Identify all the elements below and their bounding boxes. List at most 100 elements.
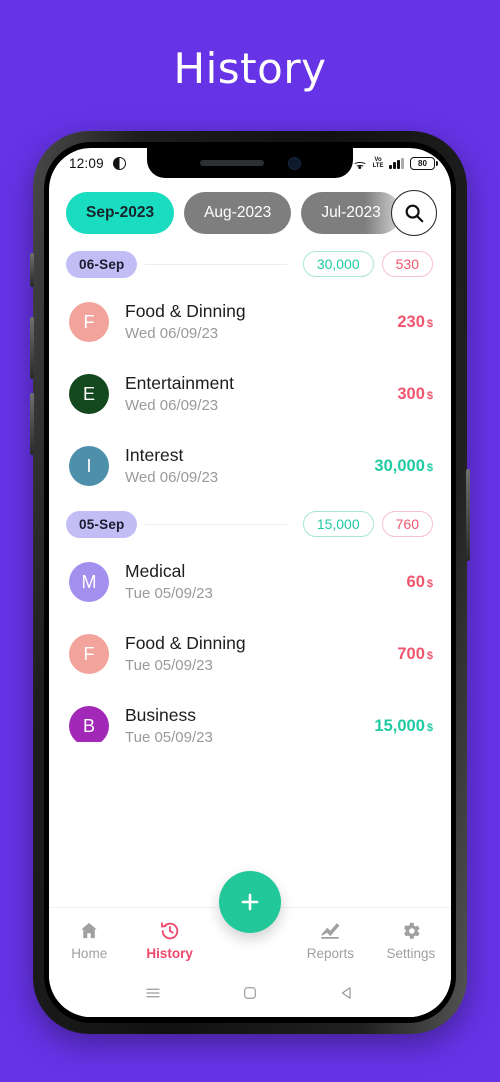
transaction-title: Medical [125, 561, 186, 581]
transaction-date: Wed 06/09/23 [125, 468, 219, 486]
bottom-navigation: Home History Reports Settings [49, 871, 451, 973]
transaction-date: Wed 06/09/23 [125, 324, 219, 342]
battery-level: 80 [418, 158, 427, 168]
search-icon [405, 204, 424, 223]
nav-item-history[interactable]: History [129, 920, 209, 961]
amount-value: 30,000 [374, 456, 425, 475]
amount-currency: $ [426, 461, 433, 474]
phone-frame: 12:09 Vo LTE 80 Sep-2023 Aug-2023 Jul-20… [30, 131, 470, 1034]
avatar: B [69, 706, 109, 742]
transaction-amount: 700 $ [397, 645, 433, 664]
status-bar-right: Vo LTE 80 [352, 156, 438, 170]
amount-currency: $ [426, 317, 433, 330]
transaction-title: Business [125, 705, 197, 725]
status-time: 12:09 [69, 155, 104, 171]
transaction-title: Interest [125, 445, 184, 465]
home-square-icon[interactable] [241, 984, 259, 1007]
transaction-text: Food & Dinning Wed 06/09/23 [109, 300, 397, 344]
amount-value: 300 [397, 384, 425, 403]
transaction-text: Entertainment Wed 06/09/23 [109, 372, 397, 416]
day-income-badge: 15,000 [302, 511, 374, 537]
amount-currency: $ [426, 389, 433, 402]
day-divider [145, 523, 287, 525]
gear-icon [400, 920, 422, 942]
phone-button-silent[interactable] [30, 253, 34, 287]
nav-item-settings[interactable]: Settings [371, 920, 451, 961]
bottom-bar-area: Home History Reports Settings [49, 871, 451, 1017]
do-not-disturb-icon [112, 156, 126, 170]
chart-icon [319, 920, 341, 942]
transaction-date: Tue 05/09/23 [125, 584, 213, 602]
transaction-amount: 230 $ [397, 313, 433, 332]
nav-label-settings: Settings [386, 946, 436, 961]
signal-bars-icon [389, 157, 404, 169]
amount-value: 700 [397, 644, 425, 663]
table-row[interactable]: I Interest Wed 06/09/23 30,000 $ [49, 430, 451, 502]
transaction-date: Tue 05/09/23 [125, 656, 213, 674]
nav-label-history: History [146, 946, 193, 961]
avatar: I [69, 446, 109, 486]
transaction-date: Wed 06/09/23 [125, 396, 219, 414]
phone-button-power[interactable] [466, 469, 470, 561]
transaction-title: Food & Dinning [125, 301, 246, 321]
table-row[interactable]: B Business Tue 05/09/23 15,000 $ [49, 690, 451, 742]
day-pill: 05-Sep [66, 510, 138, 538]
transaction-text: Interest Wed 06/09/23 [109, 444, 374, 488]
wifi-icon [352, 157, 367, 169]
transaction-text: Medical Tue 05/09/23 [109, 560, 407, 604]
transaction-title: Entertainment [125, 373, 234, 393]
home-icon [78, 920, 100, 942]
day-pill: 06-Sep [66, 250, 138, 278]
add-transaction-button[interactable] [219, 871, 281, 933]
nav-label-reports: Reports [306, 946, 355, 961]
avatar: E [69, 374, 109, 414]
table-row[interactable]: F Food & Dinning Wed 06/09/23 230 $ [49, 286, 451, 358]
avatar: F [69, 302, 109, 342]
back-triangle-icon[interactable] [338, 984, 356, 1007]
avatar: M [69, 562, 109, 602]
transaction-title: Food & Dinning [125, 633, 246, 653]
transaction-amount: 300 $ [397, 385, 433, 404]
day-divider [145, 263, 287, 265]
month-chip-jul[interactable]: Jul-2023 [301, 192, 401, 234]
transaction-amount: 60 $ [407, 573, 433, 592]
phone-bezel: 12:09 Vo LTE 80 Sep-2023 Aug-2023 Jul-20… [44, 142, 456, 1023]
month-chip-aug[interactable]: Aug-2023 [184, 192, 292, 234]
day-expense-badge: 760 [381, 511, 433, 537]
amount-currency: $ [426, 649, 433, 662]
volte-icon: Vo LTE [373, 157, 384, 169]
transaction-text: Business Tue 05/09/23 [109, 704, 374, 742]
table-row[interactable]: E Entertainment Wed 06/09/23 300 $ [49, 358, 451, 430]
transaction-amount: 30,000 $ [374, 457, 433, 476]
status-bar-left: 12:09 [69, 156, 126, 171]
search-button[interactable] [391, 190, 437, 236]
month-filter-bar: Sep-2023 Aug-2023 Jul-2023 Jun-2023 [49, 178, 451, 242]
day-expense-badge: 530 [381, 251, 433, 277]
transaction-list[interactable]: 06-Sep 30,000 530 F Food & Dinning Wed 0… [49, 242, 451, 742]
transaction-text: Food & Dinning Tue 05/09/23 [109, 632, 397, 676]
phone-screen: 12:09 Vo LTE 80 Sep-2023 Aug-2023 Jul-20… [49, 148, 451, 1017]
amount-value: 230 [397, 312, 425, 331]
history-clock-icon [159, 920, 181, 942]
phone-button-volume-down[interactable] [30, 393, 34, 455]
nav-item-home[interactable]: Home [49, 920, 129, 961]
amount-currency: $ [426, 577, 433, 590]
day-header: 06-Sep 30,000 530 [49, 242, 451, 286]
status-bar: 12:09 Vo LTE 80 [49, 148, 451, 178]
transaction-date: Tue 05/09/23 [125, 728, 213, 742]
phone-button-volume-up[interactable] [30, 317, 34, 379]
amount-currency: $ [426, 721, 433, 734]
month-chip-sep[interactable]: Sep-2023 [66, 192, 175, 234]
page-title: History [173, 44, 327, 93]
table-row[interactable]: M Medical Tue 05/09/23 60 $ [49, 546, 451, 618]
table-row[interactable]: F Food & Dinning Tue 05/09/23 700 $ [49, 618, 451, 690]
plus-icon [241, 893, 259, 911]
day-header: 05-Sep 15,000 760 [49, 502, 451, 546]
android-navigation-bar [49, 973, 451, 1017]
avatar: F [69, 634, 109, 674]
battery-icon: 80 [410, 156, 438, 170]
menu-icon[interactable] [144, 984, 162, 1007]
day-income-badge: 30,000 [302, 251, 374, 277]
nav-item-reports[interactable]: Reports [290, 920, 370, 961]
amount-value: 60 [406, 572, 425, 591]
